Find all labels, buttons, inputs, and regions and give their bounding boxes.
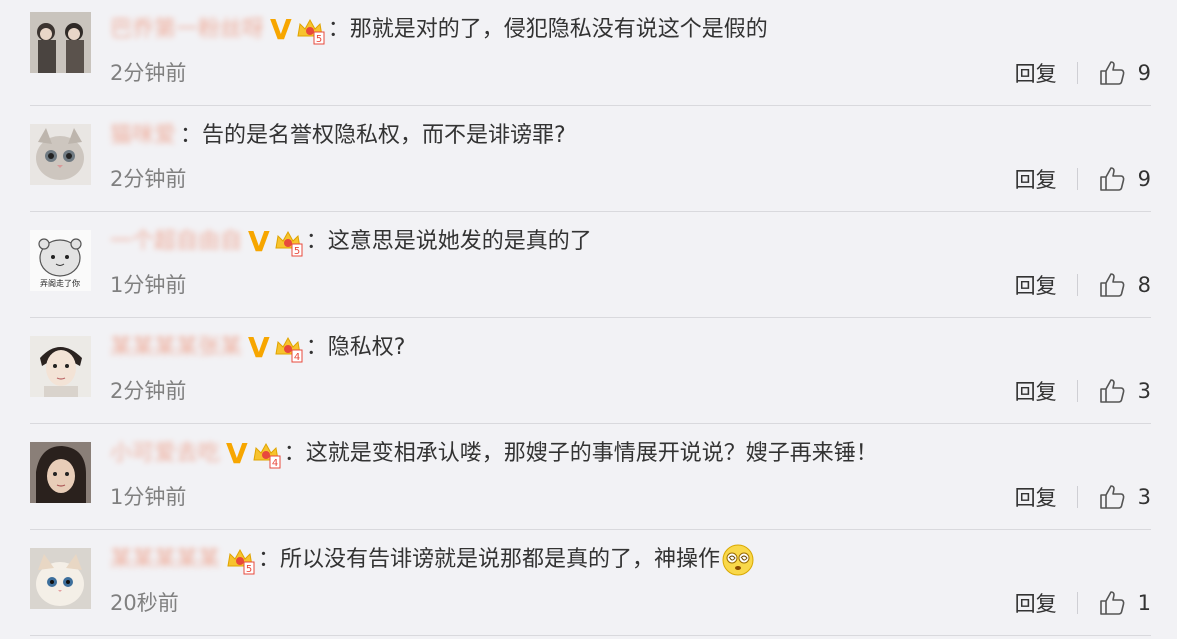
dizzy-face-emoji-icon xyxy=(721,543,755,577)
username[interactable]: 某某某某张某 xyxy=(110,328,242,368)
timestamp: 2分钟前 xyxy=(110,61,187,85)
avatar[interactable] xyxy=(30,12,91,73)
colon: ： xyxy=(305,229,328,254)
thumbs-up-icon[interactable] xyxy=(1098,165,1126,193)
comment-actions: 回复 3 xyxy=(1015,375,1151,407)
svg-text:4: 4 xyxy=(294,352,300,363)
reply-button[interactable]: 回复 xyxy=(1015,58,1057,88)
thumbs-up-icon[interactable] xyxy=(1098,377,1126,405)
divider xyxy=(1076,274,1078,296)
comment-actions: 回复 9 xyxy=(1015,163,1151,195)
comment-item: 某某某某某 5 ： 所以没有告诽谤就是说那都是真的了，神操作 20秒前 回复 1 xyxy=(30,530,1151,636)
divider xyxy=(1076,168,1078,190)
avatar[interactable] xyxy=(30,124,91,185)
like-count: 1 xyxy=(1137,591,1151,615)
thumbs-up-icon[interactable] xyxy=(1098,589,1126,617)
timestamp: 1分钟前 xyxy=(110,273,187,297)
colon: ： xyxy=(258,547,281,572)
comment-text: 所以没有告诽谤就是说那都是真的了，神操作 xyxy=(280,547,721,572)
svg-text:4: 4 xyxy=(272,458,278,469)
like-count: 3 xyxy=(1137,379,1151,403)
timestamp: 1分钟前 xyxy=(110,485,187,509)
colon: ： xyxy=(305,335,328,360)
verified-v-icon: V xyxy=(248,331,270,364)
reply-button[interactable]: 回复 xyxy=(1015,482,1057,512)
like-count: 9 xyxy=(1137,61,1151,85)
timestamp: 2分钟前 xyxy=(110,167,187,191)
crown-badge-icon[interactable]: 4 xyxy=(272,332,304,364)
thumbs-up-icon[interactable] xyxy=(1098,271,1126,299)
comment-actions: 回复 3 xyxy=(1015,481,1151,513)
divider xyxy=(1076,486,1078,508)
timestamp: 20秒前 xyxy=(110,591,179,615)
comment-item: 某某某某张某 V 4 ： 隐私权? 2分钟前 回复 3 xyxy=(30,318,1151,424)
verified-v-icon: V xyxy=(270,13,292,46)
divider xyxy=(1076,62,1078,84)
colon: ： xyxy=(327,17,350,42)
username[interactable]: 一个超自由自 xyxy=(110,222,242,262)
thumbs-up-icon[interactable] xyxy=(1098,59,1126,87)
comment-item: 巴乔第一粉丝呀 V 5 ： 那就是对的了，侵犯隐私没有说这个是假的 2分钟前 回… xyxy=(30,0,1151,106)
comment-actions: 回复 8 xyxy=(1015,269,1151,301)
comment-text: 告的是名誉权隐私权，而不是诽谤罪? xyxy=(202,123,566,148)
crown-badge-icon[interactable]: 5 xyxy=(294,14,326,46)
comment-list: 巴乔第一粉丝呀 V 5 ： 那就是对的了，侵犯隐私没有说这个是假的 2分钟前 回… xyxy=(0,0,1177,639)
crown-badge-icon[interactable]: 5 xyxy=(224,544,256,576)
username[interactable]: 某某某某某 xyxy=(110,540,220,580)
comment-text: 这意思是说她发的是真的了 xyxy=(327,229,592,254)
comment-text: 那就是对的了，侵犯隐私没有说这个是假的 xyxy=(349,17,768,42)
reply-button[interactable]: 回复 xyxy=(1015,270,1057,300)
svg-text:5: 5 xyxy=(294,246,300,257)
crown-badge-icon[interactable]: 4 xyxy=(250,438,282,470)
verified-v-icon: V xyxy=(226,437,248,470)
comment-text: 这就是变相承认喽，那嫂子的事情展开说说？嫂子再来锤！ xyxy=(305,441,878,466)
reply-button[interactable]: 回复 xyxy=(1015,164,1057,194)
comment-item: 猫咪爱 ： 告的是名誉权隐私权，而不是诽谤罪? 2分钟前 回复 9 xyxy=(30,106,1151,212)
like-count: 3 xyxy=(1137,485,1151,509)
reply-button[interactable]: 回复 xyxy=(1015,588,1057,618)
avatar[interactable] xyxy=(30,548,91,609)
thumbs-up-icon[interactable] xyxy=(1098,483,1126,511)
avatar[interactable] xyxy=(30,442,91,503)
svg-text:弄阁走了你: 弄阁走了你 xyxy=(40,278,80,288)
username[interactable]: 巴乔第一粉丝呀 xyxy=(110,10,264,50)
svg-text:5: 5 xyxy=(316,34,322,45)
comment-text: 隐私权? xyxy=(327,335,406,360)
comment-actions: 回复 1 xyxy=(1015,587,1151,619)
divider xyxy=(1076,592,1078,614)
avatar[interactable] xyxy=(30,336,91,397)
comment-actions: 回复 9 xyxy=(1015,57,1151,89)
avatar[interactable]: 弄阁走了你 xyxy=(30,230,91,291)
svg-text:5: 5 xyxy=(246,564,252,575)
colon: ： xyxy=(180,123,203,148)
colon: ： xyxy=(283,441,306,466)
like-count: 9 xyxy=(1137,167,1151,191)
comment-item: 小可爱去吃 V 4 ： 这就是变相承认喽，那嫂子的事情展开说说？嫂子再来锤！ 1… xyxy=(30,424,1151,530)
username[interactable]: 小可爱去吃 xyxy=(110,434,220,474)
verified-v-icon: V xyxy=(248,225,270,258)
like-count: 8 xyxy=(1137,273,1151,297)
comment-item: 弄阁走了你 一个超自由自 V 5 ： 这意思是说她发的是真的了 1分钟前 回复 xyxy=(30,212,1151,318)
timestamp: 2分钟前 xyxy=(110,379,187,403)
divider xyxy=(1076,380,1078,402)
reply-button[interactable]: 回复 xyxy=(1015,376,1057,406)
crown-badge-icon[interactable]: 5 xyxy=(272,226,304,258)
username[interactable]: 猫咪爱 xyxy=(110,116,176,156)
